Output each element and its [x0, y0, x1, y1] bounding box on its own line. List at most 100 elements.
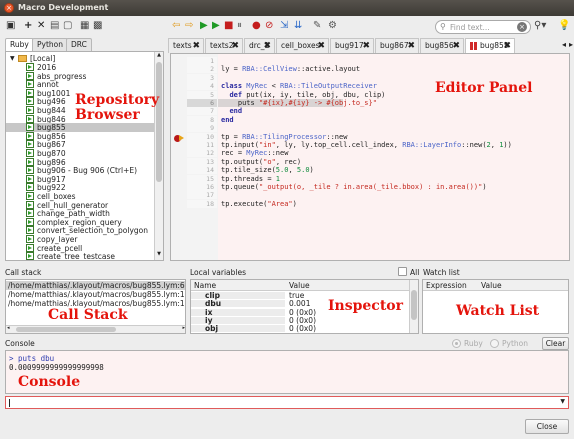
line-number[interactable]: 5 [187, 90, 217, 99]
scroll-thumb[interactable] [411, 290, 417, 320]
line-number[interactable]: 8 [187, 115, 217, 124]
code-line[interactable]: ly = RBA::CellView::active.layout [221, 65, 360, 73]
code-line[interactable]: tp.threads = 1 [221, 175, 280, 183]
tab-ruby[interactable]: Ruby [5, 38, 34, 51]
expand-arrow-icon[interactable]: ▼ [10, 54, 15, 63]
next-step-icon[interactable]: ⇊ [294, 19, 302, 32]
line-number[interactable]: 3 [187, 73, 217, 82]
stop-icon[interactable]: ■ [224, 19, 233, 32]
all-checkbox[interactable] [398, 267, 407, 276]
line-number[interactable]: 10 [187, 132, 217, 141]
line-number[interactable]: 11 [187, 141, 217, 149]
scroll-thumb[interactable] [16, 327, 116, 332]
variable-name[interactable]: obj [191, 325, 285, 333]
close-window-icon[interactable]: × [4, 3, 14, 13]
search-input[interactable]: ⚲ Find text... × [435, 20, 531, 34]
line-number[interactable]: 13 [187, 157, 217, 166]
call-stack-scrollbar[interactable]: ◂ ▸ [6, 325, 185, 333]
close-tab-icon[interactable]: ✖ [263, 39, 271, 53]
tab-bug917[interactable]: bug917 ✖ [330, 38, 374, 53]
tab-bug856[interactable]: bug856 ✖ [420, 38, 464, 53]
single-step-icon[interactable]: ⇲ [280, 19, 288, 32]
watch-header-value[interactable]: Value [478, 280, 568, 291]
edit-icon[interactable]: ✎ [313, 19, 321, 32]
scroll-left-icon[interactable]: ◂ [7, 325, 10, 331]
call-stack-row[interactable]: /home/matthias/.klayout/macros/bug855.ly… [6, 281, 185, 290]
tab-bug855[interactable]: bug855 ✖ [465, 38, 515, 53]
code-line[interactable]: end [221, 116, 234, 124]
code-line[interactable]: def put(ix, iy, tile, obj, dbu, clip) [221, 91, 385, 99]
repository-scrollbar[interactable]: ▲ ▼ [154, 52, 163, 260]
line-number[interactable]: 4 [187, 82, 217, 91]
locals-header-value[interactable]: Value [286, 280, 411, 291]
tree-item[interactable]: create_tree_testcase [6, 252, 154, 260]
properties-icon[interactable]: ⚙ [328, 19, 337, 32]
ruby-radio[interactable] [452, 339, 461, 348]
code-line[interactable]: tp = RBA::TilingProcessor::new [221, 133, 347, 141]
code-line[interactable]: tp.queue("_output(o, _tile ? in.area(_ti… [221, 183, 487, 191]
help-icon[interactable]: 💡 [558, 19, 570, 32]
close-tab-icon[interactable]: ✖ [407, 39, 415, 53]
code-line[interactable]: rec = MyRec::new [221, 149, 288, 157]
watch-header-expression[interactable]: Expression [423, 280, 478, 291]
code-line[interactable]: end [221, 107, 242, 115]
history-dropdown-icon[interactable]: ▼ [560, 398, 565, 405]
line-number[interactable]: 16 [187, 183, 217, 191]
line-number[interactable]: 7 [187, 107, 217, 116]
close-tab-icon[interactable]: ✖ [317, 39, 325, 53]
tab-drc_1[interactable]: drc_1 ✖ [244, 38, 275, 53]
call-stack-row[interactable]: /home/matthias/.klayout/macros/bug855.ly… [6, 290, 185, 299]
clear-button[interactable]: Clear [542, 337, 569, 350]
scroll-up-icon[interactable]: ▲ [155, 52, 163, 61]
save-icon[interactable]: ▩ [93, 19, 102, 32]
tab-python[interactable]: Python [32, 38, 68, 51]
locals-header-name[interactable]: Name [191, 280, 286, 291]
back-icon[interactable]: ⇦ [172, 19, 180, 32]
new-macro-icon[interactable]: ▣ [6, 19, 15, 32]
close-button[interactable]: Close [525, 419, 569, 434]
rename-icon[interactable]: ▤ [50, 19, 59, 32]
run-from-here-icon[interactable]: ▶ [212, 19, 220, 32]
pause-icon[interactable]: ⏸ [237, 19, 242, 32]
breakpoint-icon[interactable]: ● [252, 19, 261, 32]
tab-bug867[interactable]: bug867 ✖ [375, 38, 419, 53]
close-tab-icon[interactable]: ✖ [452, 39, 460, 53]
line-number[interactable]: 18 [187, 199, 217, 208]
locals-scrollbar[interactable] [409, 280, 418, 333]
tab-scroll-right-icon[interactable]: ▸ [569, 40, 573, 49]
code-line[interactable]: class MyRec < RBA::TileOutputReceiver [221, 82, 377, 90]
add-icon[interactable]: + [24, 19, 32, 32]
code-line[interactable]: tp.output("o", rec) [221, 158, 301, 166]
line-number[interactable]: 1 [187, 57, 217, 65]
code-line[interactable]: tp.execute("Area") [221, 200, 297, 208]
line-number[interactable]: 9 [187, 124, 217, 133]
find-options-icon[interactable]: ⚲▾ [534, 19, 546, 32]
variable-value[interactable]: 0 (0x0) [286, 325, 409, 333]
code-line[interactable]: tp.input("in", ly, ly.top_cell.cell_inde… [221, 141, 512, 149]
line-number[interactable]: 12 [187, 149, 217, 158]
import-icon[interactable]: ▢ [63, 19, 72, 32]
scroll-down-icon[interactable]: ▼ [155, 251, 163, 260]
line-number[interactable]: 15 [187, 174, 217, 183]
console-output[interactable]: > puts dbu 0.0009999999999999998 [5, 350, 569, 394]
line-number[interactable]: 17 [187, 191, 217, 200]
breakpoint-marker[interactable] [174, 135, 185, 142]
close-tab-icon[interactable]: ✖ [192, 39, 200, 53]
code-line[interactable]: puts "#{ix},#{iy} -> #{obj.to_s}" [218, 99, 377, 107]
repository-browser[interactable]: ▼ [Local] 2016 abs_progress annot bug1001 bu… [5, 51, 164, 261]
code-line[interactable]: tp.tile_size(5.0, 5.0) [221, 166, 314, 174]
console-input[interactable]: ▼ [5, 396, 569, 409]
line-number[interactable]: 14 [187, 166, 217, 175]
close-tab-icon[interactable]: ✖ [362, 39, 370, 53]
clear-search-icon[interactable]: × [517, 22, 527, 32]
tab-texts[interactable]: texts ✖ [168, 38, 204, 53]
line-number[interactable]: 2 [187, 65, 217, 74]
clear-breakpoints-icon[interactable]: ⊘ [265, 19, 273, 32]
close-tab-icon[interactable]: ✖ [231, 39, 239, 53]
python-radio[interactable] [490, 339, 499, 348]
tab-cell_boxes[interactable]: cell_boxes ✖ [276, 38, 329, 53]
line-gutter[interactable]: 1 2 3 4 5 6 7 8 9 10 11 12 13 14 15 16 17 18 [171, 54, 218, 260]
close-tab-icon[interactable]: ✖ [503, 39, 511, 53]
delete-icon[interactable]: ✕ [37, 19, 45, 32]
tab-drc[interactable]: DRC [66, 38, 92, 51]
